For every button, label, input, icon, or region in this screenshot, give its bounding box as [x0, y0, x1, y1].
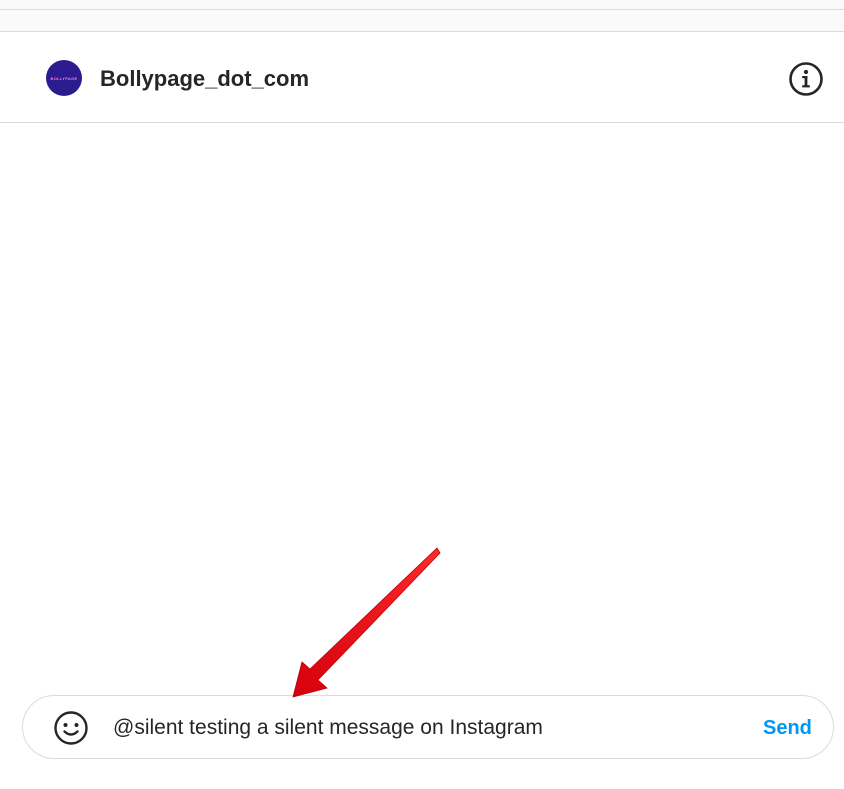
avatar[interactable]: BOLLYPAGE: [46, 60, 82, 96]
message-thread: [0, 123, 844, 683]
message-composer: Send: [22, 695, 834, 759]
emoji-button[interactable]: [53, 710, 89, 746]
send-button[interactable]: Send: [763, 715, 812, 741]
top-band: [0, 10, 844, 31]
info-button[interactable]: [788, 61, 824, 97]
conversation-username[interactable]: Bollypage_dot_com: [100, 66, 309, 92]
top-strip: [0, 0, 844, 9]
direct-message-page: BOLLYPAGE Bollypage_dot_com Send: [0, 0, 844, 789]
message-input[interactable]: [113, 714, 733, 742]
emoji-icon: [54, 711, 88, 745]
avatar-logo: BOLLYPAGE: [50, 75, 78, 81]
info-icon: [789, 62, 823, 96]
